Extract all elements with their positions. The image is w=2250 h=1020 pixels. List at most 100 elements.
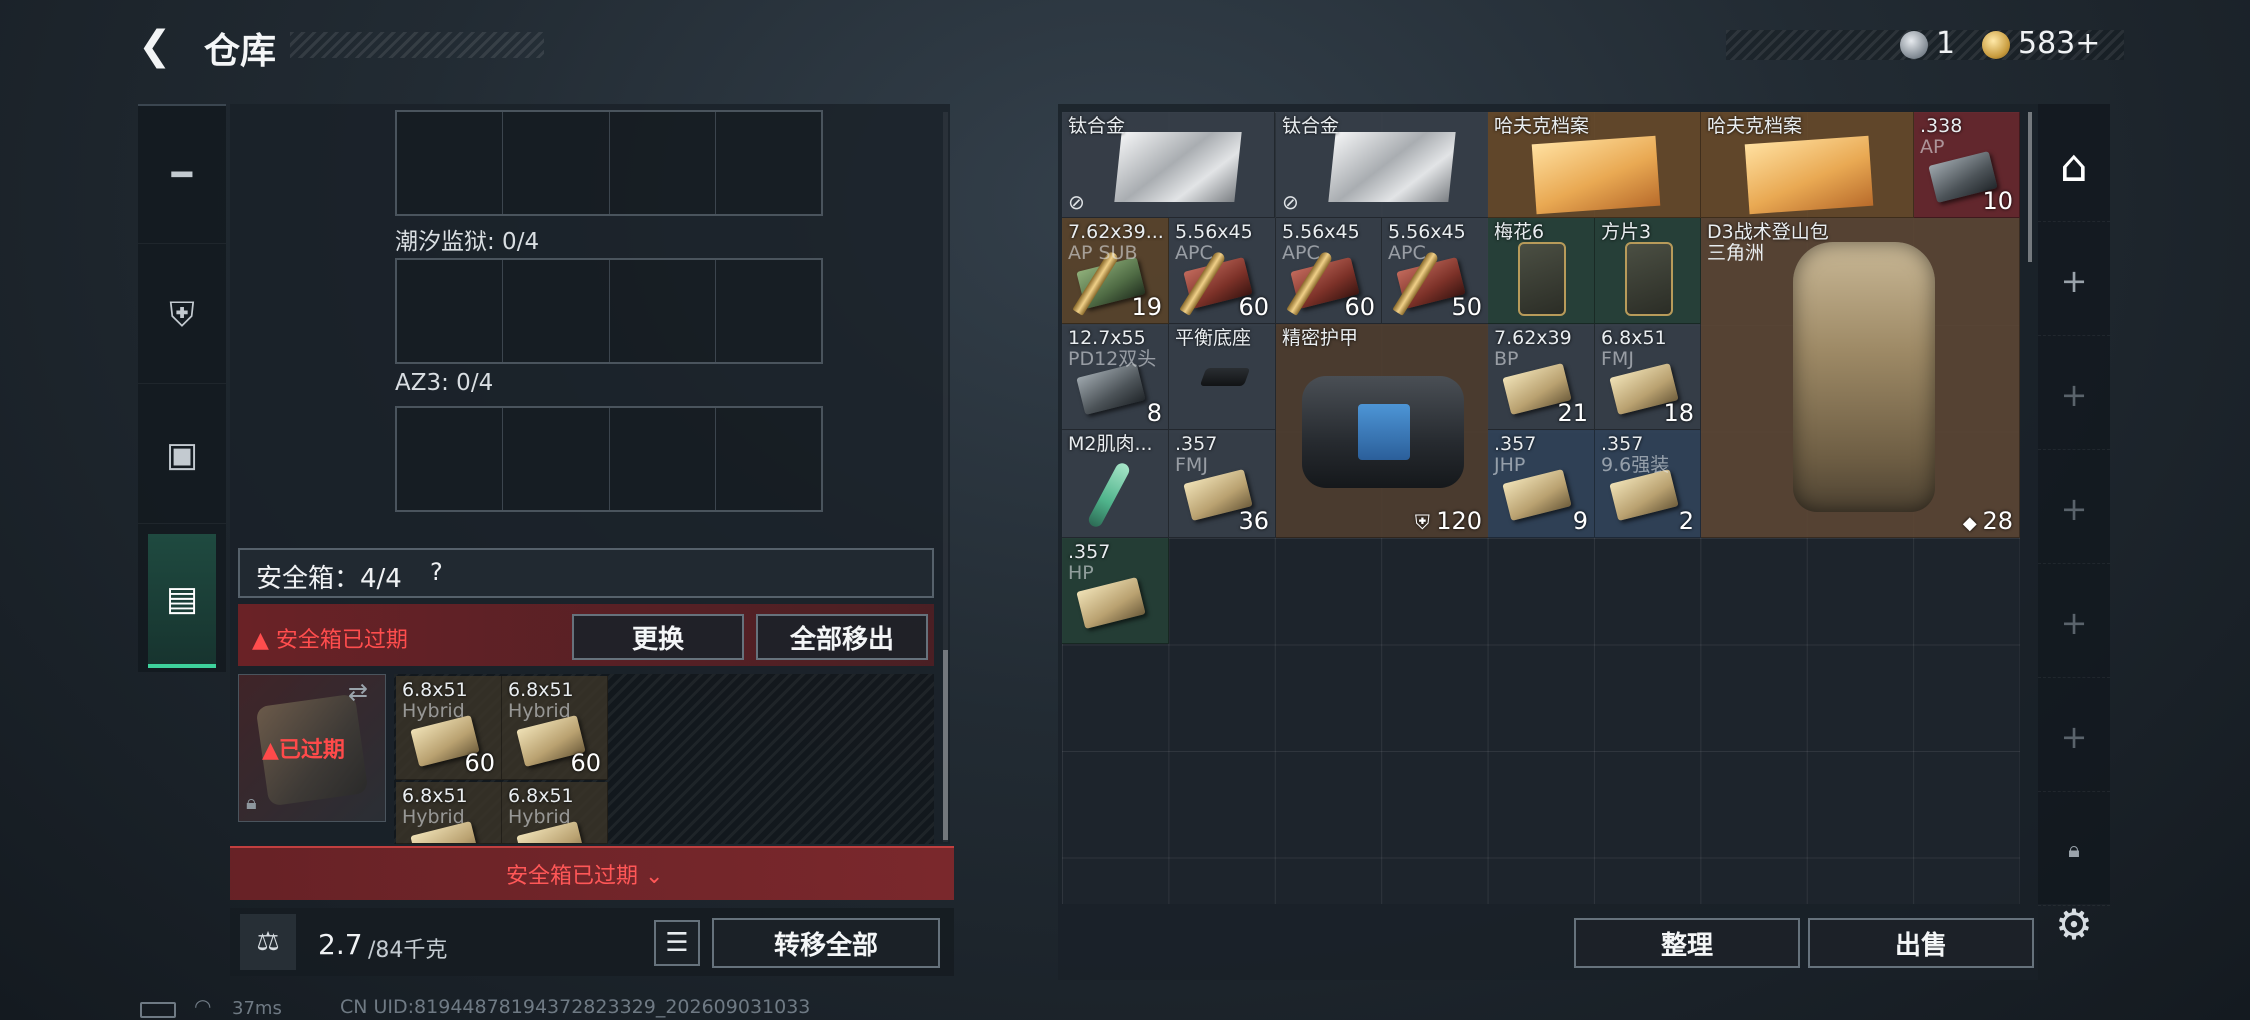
- help-icon[interactable]: ?: [430, 558, 443, 586]
- unbound-icon: ⊘: [1282, 190, 1299, 214]
- lock-icon: 🔒︎: [2068, 838, 2080, 863]
- inventory-item[interactable]: 5.56x45 APC 60: [1169, 218, 1276, 324]
- container-grid-2[interactable]: [395, 258, 823, 364]
- plus-icon: +: [2060, 375, 2088, 414]
- add-tab-button[interactable]: +: [2038, 340, 2110, 450]
- inventory-item[interactable]: M2肌肉...: [1062, 430, 1169, 538]
- add-tab-button[interactable]: +: [2038, 226, 2110, 336]
- titanium-plate-image: [1328, 132, 1456, 202]
- inventory-item[interactable]: 方片3: [1595, 218, 1701, 324]
- weight-icon: ⚖: [240, 914, 296, 970]
- playing-card-image: [1518, 242, 1566, 316]
- inventory-item[interactable]: 平衡底座: [1169, 324, 1276, 430]
- inventory-item[interactable]: 钛合金 ⊘: [1276, 112, 1489, 218]
- currency2-value[interactable]: 583+: [2018, 26, 2100, 61]
- safebox-item[interactable]: 6.8x51 Hybrid 60: [396, 676, 502, 780]
- add-currency-button[interactable]: +: [2075, 26, 2100, 61]
- ammo-box-icon: [1076, 363, 1146, 415]
- expired-footer-text: 安全箱已过期 ⌄: [506, 864, 664, 889]
- page-title: 仓库: [204, 31, 277, 72]
- ping-value: 37ms: [232, 998, 282, 1019]
- container-grid-1[interactable]: [395, 110, 823, 216]
- battery-icon: [140, 1002, 176, 1018]
- container-grid-3[interactable]: [395, 406, 823, 512]
- plus-icon: +: [2060, 717, 2088, 756]
- title-decoration: [290, 32, 544, 58]
- tab-warehouse[interactable]: ⌂: [2038, 112, 2110, 222]
- capacity-icon: ◆: [1962, 513, 1983, 534]
- warning-icon: ▲: [252, 628, 276, 653]
- safebox-item[interactable]: 6.8x51 Hybrid: [502, 782, 608, 844]
- inventory-item[interactable]: 哈夫克档案: [1488, 112, 1701, 218]
- inventory-item[interactable]: 7.62x39... AP SUB 19: [1062, 218, 1169, 324]
- inventory-item[interactable]: 梅花6: [1488, 218, 1595, 324]
- inventory-scrollbar[interactable]: [2028, 112, 2032, 262]
- wifi-icon: ◠: [194, 994, 212, 1018]
- chevron-down-icon: ⌄: [638, 864, 664, 889]
- inventory-item[interactable]: 7.62x39 BP 21: [1488, 324, 1595, 430]
- plus-icon: +: [2060, 261, 2088, 300]
- inventory-item[interactable]: 钛合金 ⊘: [1062, 112, 1275, 218]
- user-id: CN UID:81944878194372823329_202609031033: [340, 996, 811, 1018]
- gear-icon: ⚙: [2055, 899, 2093, 949]
- sell-button[interactable]: 出售: [1808, 918, 2034, 968]
- swap-icon[interactable]: ⇄: [348, 678, 368, 706]
- replace-button[interactable]: 更换: [572, 614, 744, 660]
- document-image: [1531, 135, 1661, 215]
- tab-weapons[interactable]: ━: [138, 106, 226, 244]
- locked-tab[interactable]: 🔒︎: [2038, 796, 2110, 906]
- back-button[interactable]: ❮: [138, 26, 182, 66]
- playing-card-image: [1625, 242, 1673, 316]
- transfer-all-button[interactable]: 转移全部: [712, 918, 940, 968]
- container-label: AZ3: 0/4: [395, 370, 494, 396]
- safebox-item[interactable]: 6.8x51 Hybrid: [396, 782, 502, 844]
- back-arrow-icon: ❮: [138, 23, 172, 69]
- inventory-item[interactable]: .357 FMJ 36: [1169, 430, 1276, 538]
- silver-coin-icon: [1900, 31, 1928, 59]
- move-all-out-button[interactable]: 全部移出: [756, 614, 928, 660]
- left-tab-bar: ━ ⛨ ▣ ▤: [138, 104, 226, 672]
- add-tab-button[interactable]: +: [2038, 454, 2110, 564]
- briefcase-icon: ▤: [165, 579, 199, 619]
- list-icon: ☰: [665, 928, 689, 958]
- inventory-item[interactable]: 精密护甲 ⛨ 120: [1276, 324, 1489, 538]
- tab-safebox[interactable]: ▤: [148, 534, 216, 668]
- gun-icon: ━: [171, 154, 193, 195]
- weight-max: /84千克: [368, 938, 448, 963]
- armor-panel: [1358, 404, 1410, 460]
- tab-armor[interactable]: ⛨: [138, 246, 226, 384]
- inventory-item[interactable]: 5.56x45 APC 60: [1276, 218, 1382, 324]
- inventory-item[interactable]: .357 9.6强装 2: [1595, 430, 1701, 538]
- backpack-icon: ▣: [165, 434, 199, 475]
- base-mount-image: [1199, 368, 1251, 386]
- settings-button[interactable]: ⚙: [2046, 896, 2102, 952]
- armor-icon: ⛨: [169, 294, 195, 335]
- inventory-item[interactable]: .357 JHP 9: [1488, 430, 1595, 538]
- inventory-item[interactable]: .357 HP: [1062, 538, 1169, 644]
- inventory-item[interactable]: .338 AP 10: [1914, 112, 2020, 218]
- currency1-value: 1: [1936, 26, 1956, 61]
- backpack-image: [1793, 242, 1935, 512]
- left-scrollbar-thumb[interactable]: [943, 650, 948, 840]
- safebox-title: 安全箱：4/4: [256, 564, 402, 594]
- gold-coin-icon: [1982, 31, 2010, 59]
- inventory-item[interactable]: 哈夫克档案: [1701, 112, 1914, 218]
- add-tab-button[interactable]: +: [2038, 568, 2110, 678]
- inventory-item[interactable]: D3战术登山包 三角洲 ◆ 28: [1701, 218, 2020, 538]
- inventory-item[interactable]: 12.7x55 PD12双头 8: [1062, 324, 1169, 430]
- lock-icon: 🔒︎: [246, 790, 257, 814]
- list-view-button[interactable]: ☰: [654, 920, 700, 966]
- safebox-item[interactable]: 6.8x51 Hybrid 60: [502, 676, 608, 780]
- warehouse-icon: ⌂: [2060, 141, 2088, 192]
- ammo-box-icon: [1502, 469, 1572, 521]
- inventory-item[interactable]: 6.8x51 FMJ 18: [1595, 324, 1701, 430]
- sort-button[interactable]: 整理: [1574, 918, 1800, 968]
- titanium-plate-image: [1114, 132, 1242, 202]
- syringe-image: [1086, 460, 1132, 530]
- ammo-box-icon: [1609, 469, 1679, 521]
- weight-current: 2.7: [318, 928, 363, 961]
- shield-icon: ⛨: [1414, 510, 1437, 534]
- inventory-item[interactable]: 5.56x45 APC 50: [1382, 218, 1489, 324]
- add-tab-button[interactable]: +: [2038, 682, 2110, 792]
- tab-rig[interactable]: ▣: [138, 386, 226, 524]
